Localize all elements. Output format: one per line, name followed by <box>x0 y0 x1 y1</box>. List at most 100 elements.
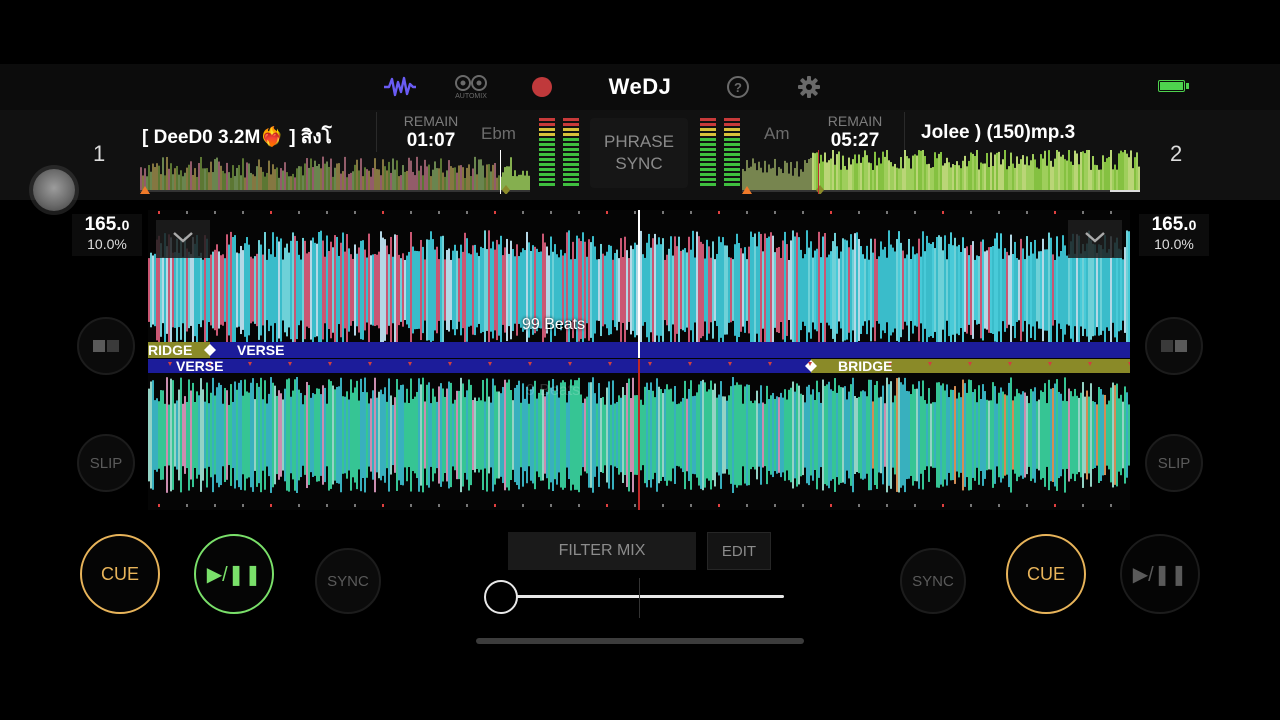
waveform-bar <box>278 177 280 190</box>
assistive-touch-button[interactable] <box>33 169 75 211</box>
waveform-bar <box>1040 251 1042 329</box>
waveform-bar <box>1048 379 1050 491</box>
waveform-bar <box>362 176 364 190</box>
waveform-bar <box>996 403 998 467</box>
beat-tick <box>578 504 580 507</box>
automix-button[interactable]: AUTOMIX <box>452 72 490 102</box>
waveform-bar <box>1028 165 1030 190</box>
waveform-bar <box>400 258 402 322</box>
waveform-bar <box>1060 393 1062 477</box>
waveform-bar <box>666 384 668 486</box>
phrase-sync-button[interactable]: PHRASE SYNC <box>590 118 688 188</box>
waveform-bar <box>838 151 840 190</box>
waveform-bar <box>994 386 996 484</box>
deck2-track-title[interactable]: Jolee ) (150)mp.3 <box>921 122 1131 144</box>
waveform-bar <box>320 230 322 350</box>
settings-button[interactable] <box>796 72 822 102</box>
waveform-bar <box>890 162 892 190</box>
waveform-bar <box>424 401 426 469</box>
deck2-slip-button[interactable]: SLIP <box>1145 434 1203 492</box>
waveform-bar <box>712 241 714 339</box>
deck2-bpm-display[interactable]: 165.0 10.0% <box>1139 214 1209 256</box>
waveform-bar <box>826 384 828 486</box>
deck2-sync-button[interactable]: SYNC <box>900 548 966 614</box>
waveform-bar <box>622 387 624 483</box>
deck1-play-pause-button[interactable]: ▶/❚❚ <box>194 534 274 614</box>
deck1-waveform-menu-button[interactable] <box>156 220 210 258</box>
crossfader-track[interactable] <box>500 595 784 598</box>
waveform-bar <box>180 170 182 190</box>
waveform-bar <box>964 155 966 190</box>
waveform-bar <box>156 163 158 190</box>
deck1-slip-button[interactable]: SLIP <box>77 434 135 492</box>
waveform-bar <box>492 241 494 339</box>
waveform-bar <box>256 253 258 327</box>
deck2-bpm-decimal: 0 <box>1188 217 1197 233</box>
deck2-vu-meter-right <box>724 118 740 188</box>
beat-tick <box>522 504 524 507</box>
help-button[interactable]: ? <box>726 72 750 102</box>
waveform-bar <box>1022 391 1024 479</box>
waveform-bar <box>586 256 588 324</box>
waveform-bar <box>518 380 520 490</box>
deck2-playhead <box>638 359 640 510</box>
deck2-hotcue-panel-button[interactable] <box>1145 317 1203 375</box>
deck1-overview-waveform[interactable] <box>140 150 530 194</box>
waveform-bar <box>948 243 950 337</box>
waveform-bar <box>482 165 484 190</box>
waveform-bar <box>344 251 346 329</box>
waveform-bar <box>296 240 298 340</box>
waveform-bar <box>280 238 282 342</box>
waveform-bar <box>1090 383 1092 487</box>
deck1-track-title[interactable]: [ DeeD0 3.2M❤️‍🔥 ] สิงโ <box>142 122 358 152</box>
waveform-bar <box>756 170 758 190</box>
waveform-bar <box>830 389 832 481</box>
waveform-bar <box>930 167 932 190</box>
waveform-bar <box>808 247 810 333</box>
waveform-bar <box>846 399 848 471</box>
waveform-bar <box>780 257 782 323</box>
waveform-bar <box>1034 387 1036 483</box>
beat-tick <box>1110 504 1112 507</box>
waveform-bar <box>704 382 706 488</box>
waveform-bar <box>360 378 362 492</box>
waveform-bar <box>472 245 474 335</box>
crossfader-knob[interactable] <box>484 580 518 614</box>
deck2-waveform-menu-button[interactable] <box>1068 220 1122 258</box>
waveform-bar <box>906 390 908 480</box>
deck1-bpm-display[interactable]: 165.0 10.0% <box>72 214 142 256</box>
beat-tick <box>886 211 888 214</box>
waveform-bar <box>812 389 814 481</box>
deck2-overview-waveform[interactable] <box>742 150 1140 194</box>
waveform-bar <box>226 234 228 346</box>
waveform-bar <box>364 249 366 331</box>
waveform-bar <box>312 393 314 477</box>
waveform-bar <box>408 157 410 190</box>
record-button[interactable] <box>530 72 554 102</box>
filter-mix-button[interactable]: FILTER MIX <box>508 532 696 570</box>
beat-tick <box>354 504 356 507</box>
deck1-cue-button[interactable]: CUE <box>80 534 160 614</box>
waveform-bar <box>1046 249 1048 331</box>
waveform-area[interactable]: 99 Beats 9 Beats RIDGE VERSE VERSE BRIDG… <box>148 210 1130 510</box>
waveform-bar <box>746 259 748 321</box>
waveform-bar <box>154 400 156 470</box>
waveform-bar <box>382 237 384 343</box>
waveform-bar <box>968 255 970 325</box>
deck1-sync-button[interactable]: SYNC <box>315 548 381 614</box>
waveform-bar <box>256 166 258 190</box>
edit-button[interactable]: EDIT <box>707 532 771 570</box>
waveform-bar <box>1024 392 1026 478</box>
waveform-bar <box>648 233 650 347</box>
waveform-bar <box>952 245 954 335</box>
waveform-bar <box>744 171 746 190</box>
waveform-bar <box>784 160 786 190</box>
waveform-bar <box>892 402 894 468</box>
deck2-cue-button[interactable]: CUE <box>1006 534 1086 614</box>
deck2-play-pause-button[interactable]: ▶/❚❚ <box>1120 534 1200 614</box>
waveform-icon[interactable] <box>382 72 418 102</box>
deck1-bpm-decimal: 0 <box>121 217 130 233</box>
waveform-bar <box>556 385 558 485</box>
waveform-bar <box>562 255 564 325</box>
deck1-hotcue-panel-button[interactable] <box>77 317 135 375</box>
